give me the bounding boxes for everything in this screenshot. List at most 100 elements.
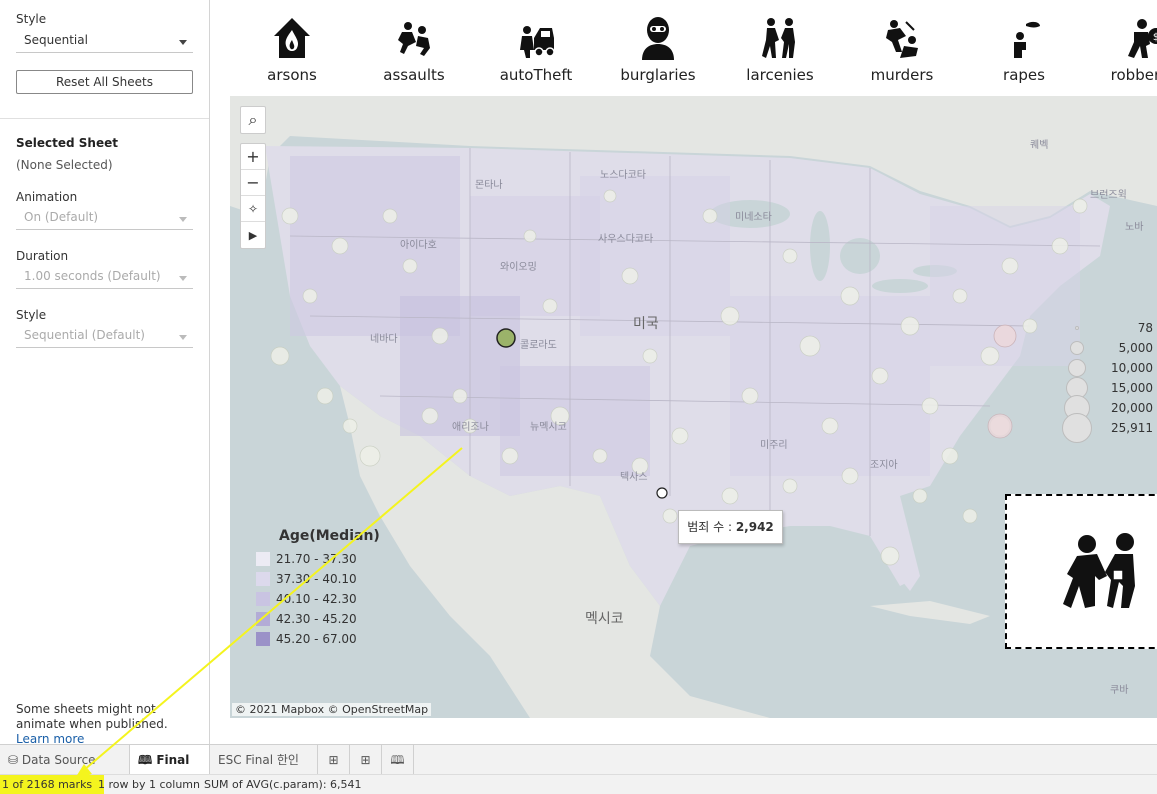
us-crime-map[interactable]: 몬타나 와이오밍 아이다호 콜로라도 네바다 애리조나 뉴멕시코 텍사스 미네소…: [230, 96, 1157, 718]
hovered-mark[interactable]: [656, 487, 668, 499]
crime-label: robberies: [1110, 66, 1157, 84]
tooltip-label: 범죄 수 :: [687, 520, 732, 534]
legend-item: 42.30 - 45.20: [256, 609, 396, 629]
tableau-window: Style Sequential Reset All Sheets Select…: [0, 0, 1157, 794]
mark-tooltip: 범죄 수 : 2,942: [678, 510, 783, 544]
crime-label: murders: [870, 66, 934, 84]
animation-select-value: On (Default): [24, 210, 99, 224]
style2-select-value: Sequential (Default): [24, 328, 145, 342]
map-label-usa: 미국: [633, 316, 659, 332]
size-circle: [1075, 326, 1079, 330]
crime-burglaries[interactable]: burglaries: [597, 16, 719, 84]
size-legend-item: 5,000: [1057, 338, 1153, 358]
pickpocket-icon: [762, 18, 795, 58]
map-label-nevada: 네바다: [370, 334, 398, 345]
style-select[interactable]: Sequential: [16, 31, 193, 53]
crime-label: larcenies: [746, 66, 814, 84]
crime-label: autoTheft: [499, 66, 573, 84]
map-label-texas: 텍사스: [620, 472, 648, 483]
tab-esc-final[interactable]: ESC Final 한인록: [210, 745, 318, 794]
crime-murders[interactable]: murders: [841, 16, 963, 84]
crime-count-size-legend: 78 5,000 10,000 15,000 20,000 25,911: [1057, 318, 1153, 443]
format-animations-panel: Style Sequential Reset All Sheets Select…: [0, 0, 210, 747]
map-label-wyoming: 와이오밍: [500, 262, 537, 273]
tab-label: Data Source: [21, 753, 96, 767]
zoom-in-icon[interactable]: +: [241, 144, 265, 170]
map-label-quebec: 퀘벡: [1030, 140, 1049, 151]
map-label-brunswick: 브런즈윅: [1090, 190, 1127, 201]
map-label-south-dakota: 사우스다코타: [598, 234, 654, 245]
legend-title: Age(Median): [279, 528, 380, 544]
zoom-out-icon[interactable]: −: [241, 170, 265, 196]
crime-assaults[interactable]: assaults: [353, 16, 475, 84]
reset-all-sheets-button[interactable]: Reset All Sheets: [16, 70, 193, 94]
murder-icon: [886, 20, 918, 58]
panel-divider: [0, 118, 209, 119]
crime-larcenies[interactable]: larcenies: [719, 16, 841, 84]
tab-final-1[interactable]: 🕮 Final 1차: [130, 745, 210, 794]
age-median-legend: Age(Median) 21.70 - 37.30 37.30 - 40.10 …: [256, 528, 396, 649]
car-theft-icon: [520, 26, 555, 58]
fight-icon: [398, 22, 430, 56]
selected-mark[interactable]: [496, 328, 516, 348]
crime-robberies[interactable]: $ robberies: [1085, 16, 1157, 84]
house-fire-icon: [274, 18, 310, 58]
map-attribution[interactable]: © 2021 Mapbox © OpenStreetMap: [232, 703, 432, 716]
size-circle: [1070, 341, 1084, 355]
legend-swatch: [256, 612, 270, 626]
rows-columns-info: 1 row by 1 column: [98, 778, 200, 791]
sheet-tab-bar: ⛁ Data Source 🕮 Final 1차 ESC Final 한인록 ⊞…: [0, 744, 1157, 794]
map-label-new-mexico: 뉴멕시코: [530, 422, 567, 433]
duration-label: Duration: [16, 249, 69, 263]
chevron-down-icon: [179, 335, 187, 340]
map-label-georgia: 조지아: [870, 460, 898, 471]
style-label: Style: [16, 12, 47, 26]
new-worksheet-button[interactable]: ⊞: [318, 745, 350, 775]
map-label-arizona: 애리조나: [452, 422, 489, 433]
map-zoom-controls: + − ✧ ▶: [240, 143, 266, 249]
new-dashboard-button[interactable]: ⊞: [350, 745, 382, 775]
pan-arrow-icon[interactable]: ▶: [241, 222, 265, 248]
animation-select[interactable]: On (Default): [16, 208, 193, 230]
chevron-down-icon: [179, 217, 187, 222]
data-source-tab[interactable]: ⛁ Data Source: [0, 745, 130, 775]
pin-reset-icon[interactable]: ✧: [241, 196, 265, 222]
legend-item: 37.30 - 40.10: [256, 569, 396, 589]
duration-select-value: 1.00 seconds (Default): [24, 269, 161, 283]
new-story-icon: 🕮: [390, 753, 405, 767]
map-label-idaho: 아이다호: [400, 240, 437, 251]
crime-label: burglaries: [620, 66, 696, 84]
status-bar: 1 of 2168 marks 1 row by 1 column SUM of…: [0, 774, 1157, 794]
map-label-north-dakota: 노스다코타: [600, 170, 646, 181]
new-dashboard-icon: ⊞: [360, 753, 371, 767]
size-label: 5,000: [1118, 341, 1153, 355]
new-story-button[interactable]: 🕮: [382, 745, 414, 775]
map-search-control[interactable]: ⌕: [240, 106, 266, 134]
animation-note: Some sheets might not animate when publi…: [16, 702, 201, 747]
crime-label: rapes: [1003, 66, 1045, 84]
duration-select[interactable]: 1.00 seconds (Default): [16, 267, 193, 289]
map-label-nova: 노바: [1125, 222, 1144, 233]
style2-select[interactable]: Sequential (Default): [16, 326, 193, 348]
size-circle: [1062, 413, 1092, 443]
crime-arsons[interactable]: arsons: [231, 16, 353, 84]
style2-label: Style: [16, 308, 47, 322]
legend-swatch: [256, 632, 270, 646]
svg-text:$: $: [1153, 32, 1157, 43]
crime-label: assaults: [383, 66, 445, 84]
assault-victim-icon: [1014, 21, 1040, 58]
animation-label: Animation: [16, 190, 78, 204]
legend-label: 45.20 - 67.00: [276, 632, 357, 646]
map-label-montana: 몬타나: [475, 180, 503, 191]
crime-rapes[interactable]: rapes: [963, 16, 1085, 84]
size-legend-item: 10,000: [1057, 358, 1153, 378]
search-icon[interactable]: ⌕: [241, 107, 265, 133]
chevron-down-icon: [179, 40, 187, 45]
size-label: 10,000: [1111, 361, 1153, 375]
selected-crime-image-box: [1005, 494, 1157, 649]
burglar-icon: [642, 17, 674, 60]
size-label: 78: [1137, 321, 1153, 335]
crime-autotheft[interactable]: autoTheft: [475, 16, 597, 84]
storyboard-icon: 🕮: [138, 753, 157, 767]
crime-label: arsons: [267, 66, 317, 84]
